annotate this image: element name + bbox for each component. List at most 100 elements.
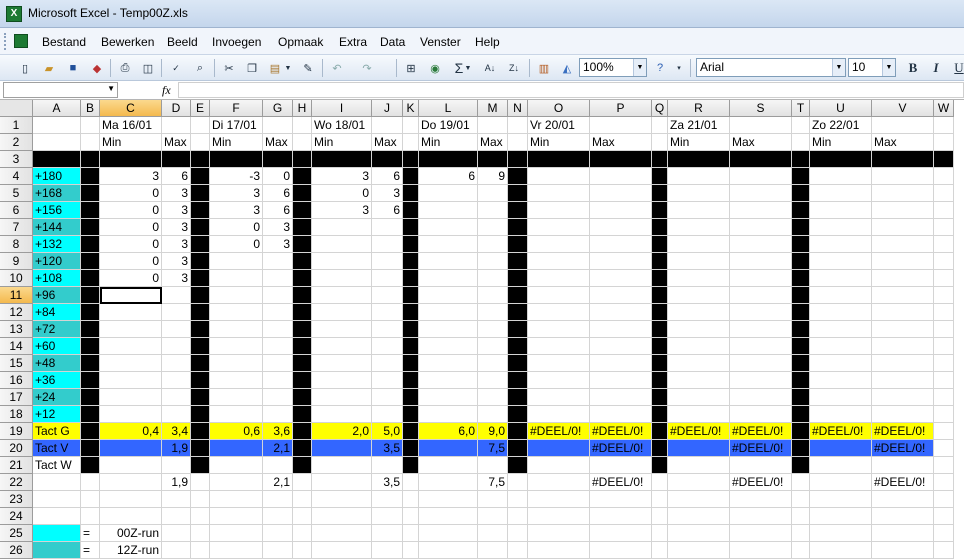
cell-u12[interactable] (810, 304, 872, 321)
cell-t9[interactable] (792, 253, 810, 270)
cell-i9[interactable] (312, 253, 372, 270)
cell-r23[interactable] (668, 491, 730, 508)
column-header-o[interactable]: O (528, 100, 590, 117)
cell-f20[interactable] (210, 440, 263, 457)
cell-q14[interactable] (652, 338, 668, 355)
cell-n14[interactable] (508, 338, 528, 355)
cell-g16[interactable] (263, 372, 293, 389)
cell-c4[interactable]: 3 (100, 168, 162, 185)
cell-o10[interactable] (528, 270, 590, 287)
cell-r14[interactable] (668, 338, 730, 355)
chevron-down-icon[interactable]: ▼ (633, 59, 646, 76)
cell-i6[interactable]: 3 (312, 202, 372, 219)
cell-k17[interactable] (403, 389, 419, 406)
cell-c10[interactable]: 0 (100, 270, 162, 287)
cell-k23[interactable] (403, 491, 419, 508)
cell-i22[interactable] (312, 474, 372, 491)
cell-p21[interactable] (590, 457, 652, 474)
cell-j6[interactable]: 6 (372, 202, 403, 219)
cell-m4[interactable]: 9 (478, 168, 508, 185)
cell-h3[interactable] (293, 151, 312, 168)
cell-i23[interactable] (312, 491, 372, 508)
cell-p11[interactable] (590, 287, 652, 304)
active-cell-c11[interactable] (100, 287, 162, 304)
cell-w4[interactable] (934, 168, 954, 185)
cell-q3[interactable] (652, 151, 668, 168)
cell-w18[interactable] (934, 406, 954, 423)
cell-e8[interactable] (191, 236, 210, 253)
cell-w1[interactable] (934, 117, 954, 134)
cell-k19[interactable] (403, 423, 419, 440)
cell-i10[interactable] (312, 270, 372, 287)
cell-i7[interactable] (312, 219, 372, 236)
cell-u9[interactable] (810, 253, 872, 270)
cell-e3[interactable] (191, 151, 210, 168)
cell-o14[interactable] (528, 338, 590, 355)
cell-n21[interactable] (508, 457, 528, 474)
cell-o19[interactable]: #DEEL/0! (528, 423, 590, 440)
cell-n1[interactable] (508, 117, 528, 134)
cell-r24[interactable] (668, 508, 730, 525)
cell-c23[interactable] (100, 491, 162, 508)
cell-d5[interactable]: 3 (162, 185, 191, 202)
cell-b24[interactable] (81, 508, 100, 525)
cell-v19[interactable]: #DEEL/0! (872, 423, 934, 440)
cell-i14[interactable] (312, 338, 372, 355)
cell-p25[interactable] (590, 525, 652, 542)
chevron-down-icon[interactable]: ▼ (107, 84, 115, 93)
cell-r8[interactable] (668, 236, 730, 253)
cell-f15[interactable] (210, 355, 263, 372)
cell-e25[interactable] (191, 525, 210, 542)
menu-venster[interactable]: Venster (420, 35, 461, 49)
cell-k20[interactable] (403, 440, 419, 457)
paste-icon[interactable]: ▤ (266, 59, 284, 77)
column-header-e[interactable]: E (191, 100, 210, 117)
formula-input[interactable] (178, 82, 964, 98)
cell-d23[interactable] (162, 491, 191, 508)
cell-l4[interactable]: 6 (419, 168, 478, 185)
cell-l8[interactable] (419, 236, 478, 253)
cell-j19[interactable]: 5,0 (372, 423, 403, 440)
cell-q13[interactable] (652, 321, 668, 338)
cell-t17[interactable] (792, 389, 810, 406)
cell-m9[interactable] (478, 253, 508, 270)
cell-d18[interactable] (162, 406, 191, 423)
cell-h23[interactable] (293, 491, 312, 508)
cell-h11[interactable] (293, 287, 312, 304)
cell-r17[interactable] (668, 389, 730, 406)
cell-p8[interactable] (590, 236, 652, 253)
cell-n17[interactable] (508, 389, 528, 406)
cell-u26[interactable] (810, 542, 872, 559)
cell-i24[interactable] (312, 508, 372, 525)
font-dropdown[interactable]: Arial ▼ (696, 58, 846, 77)
cell-n3[interactable] (508, 151, 528, 168)
italic-icon[interactable]: I (927, 59, 945, 77)
cell-q9[interactable] (652, 253, 668, 270)
autosum-dropdown-icon[interactable]: ▼ (464, 59, 472, 77)
cell-m22[interactable]: 7,5 (478, 474, 508, 491)
cell-w15[interactable] (934, 355, 954, 372)
cell-n12[interactable] (508, 304, 528, 321)
row-header-11[interactable]: 11 (0, 287, 33, 304)
cell-s3[interactable] (730, 151, 792, 168)
cell-d19[interactable]: 3,4 (162, 423, 191, 440)
cell-t1[interactable] (792, 117, 810, 134)
cell-q16[interactable] (652, 372, 668, 389)
cell-s18[interactable] (730, 406, 792, 423)
row-header-2[interactable]: 2 (0, 134, 33, 151)
cell-p19[interactable]: #DEEL/0! (590, 423, 652, 440)
cell-j17[interactable] (372, 389, 403, 406)
cell-v10[interactable] (872, 270, 934, 287)
cell-i2[interactable]: Min (312, 134, 372, 151)
column-header-p[interactable]: P (590, 100, 652, 117)
cell-i17[interactable] (312, 389, 372, 406)
cell-u15[interactable] (810, 355, 872, 372)
cell-w13[interactable] (934, 321, 954, 338)
cell-f14[interactable] (210, 338, 263, 355)
cell-r1[interactable]: Za 21/01 (668, 117, 730, 134)
menu-help[interactable]: Help (475, 35, 500, 49)
cell-e5[interactable] (191, 185, 210, 202)
cell-k14[interactable] (403, 338, 419, 355)
cell-p17[interactable] (590, 389, 652, 406)
cell-q21[interactable] (652, 457, 668, 474)
